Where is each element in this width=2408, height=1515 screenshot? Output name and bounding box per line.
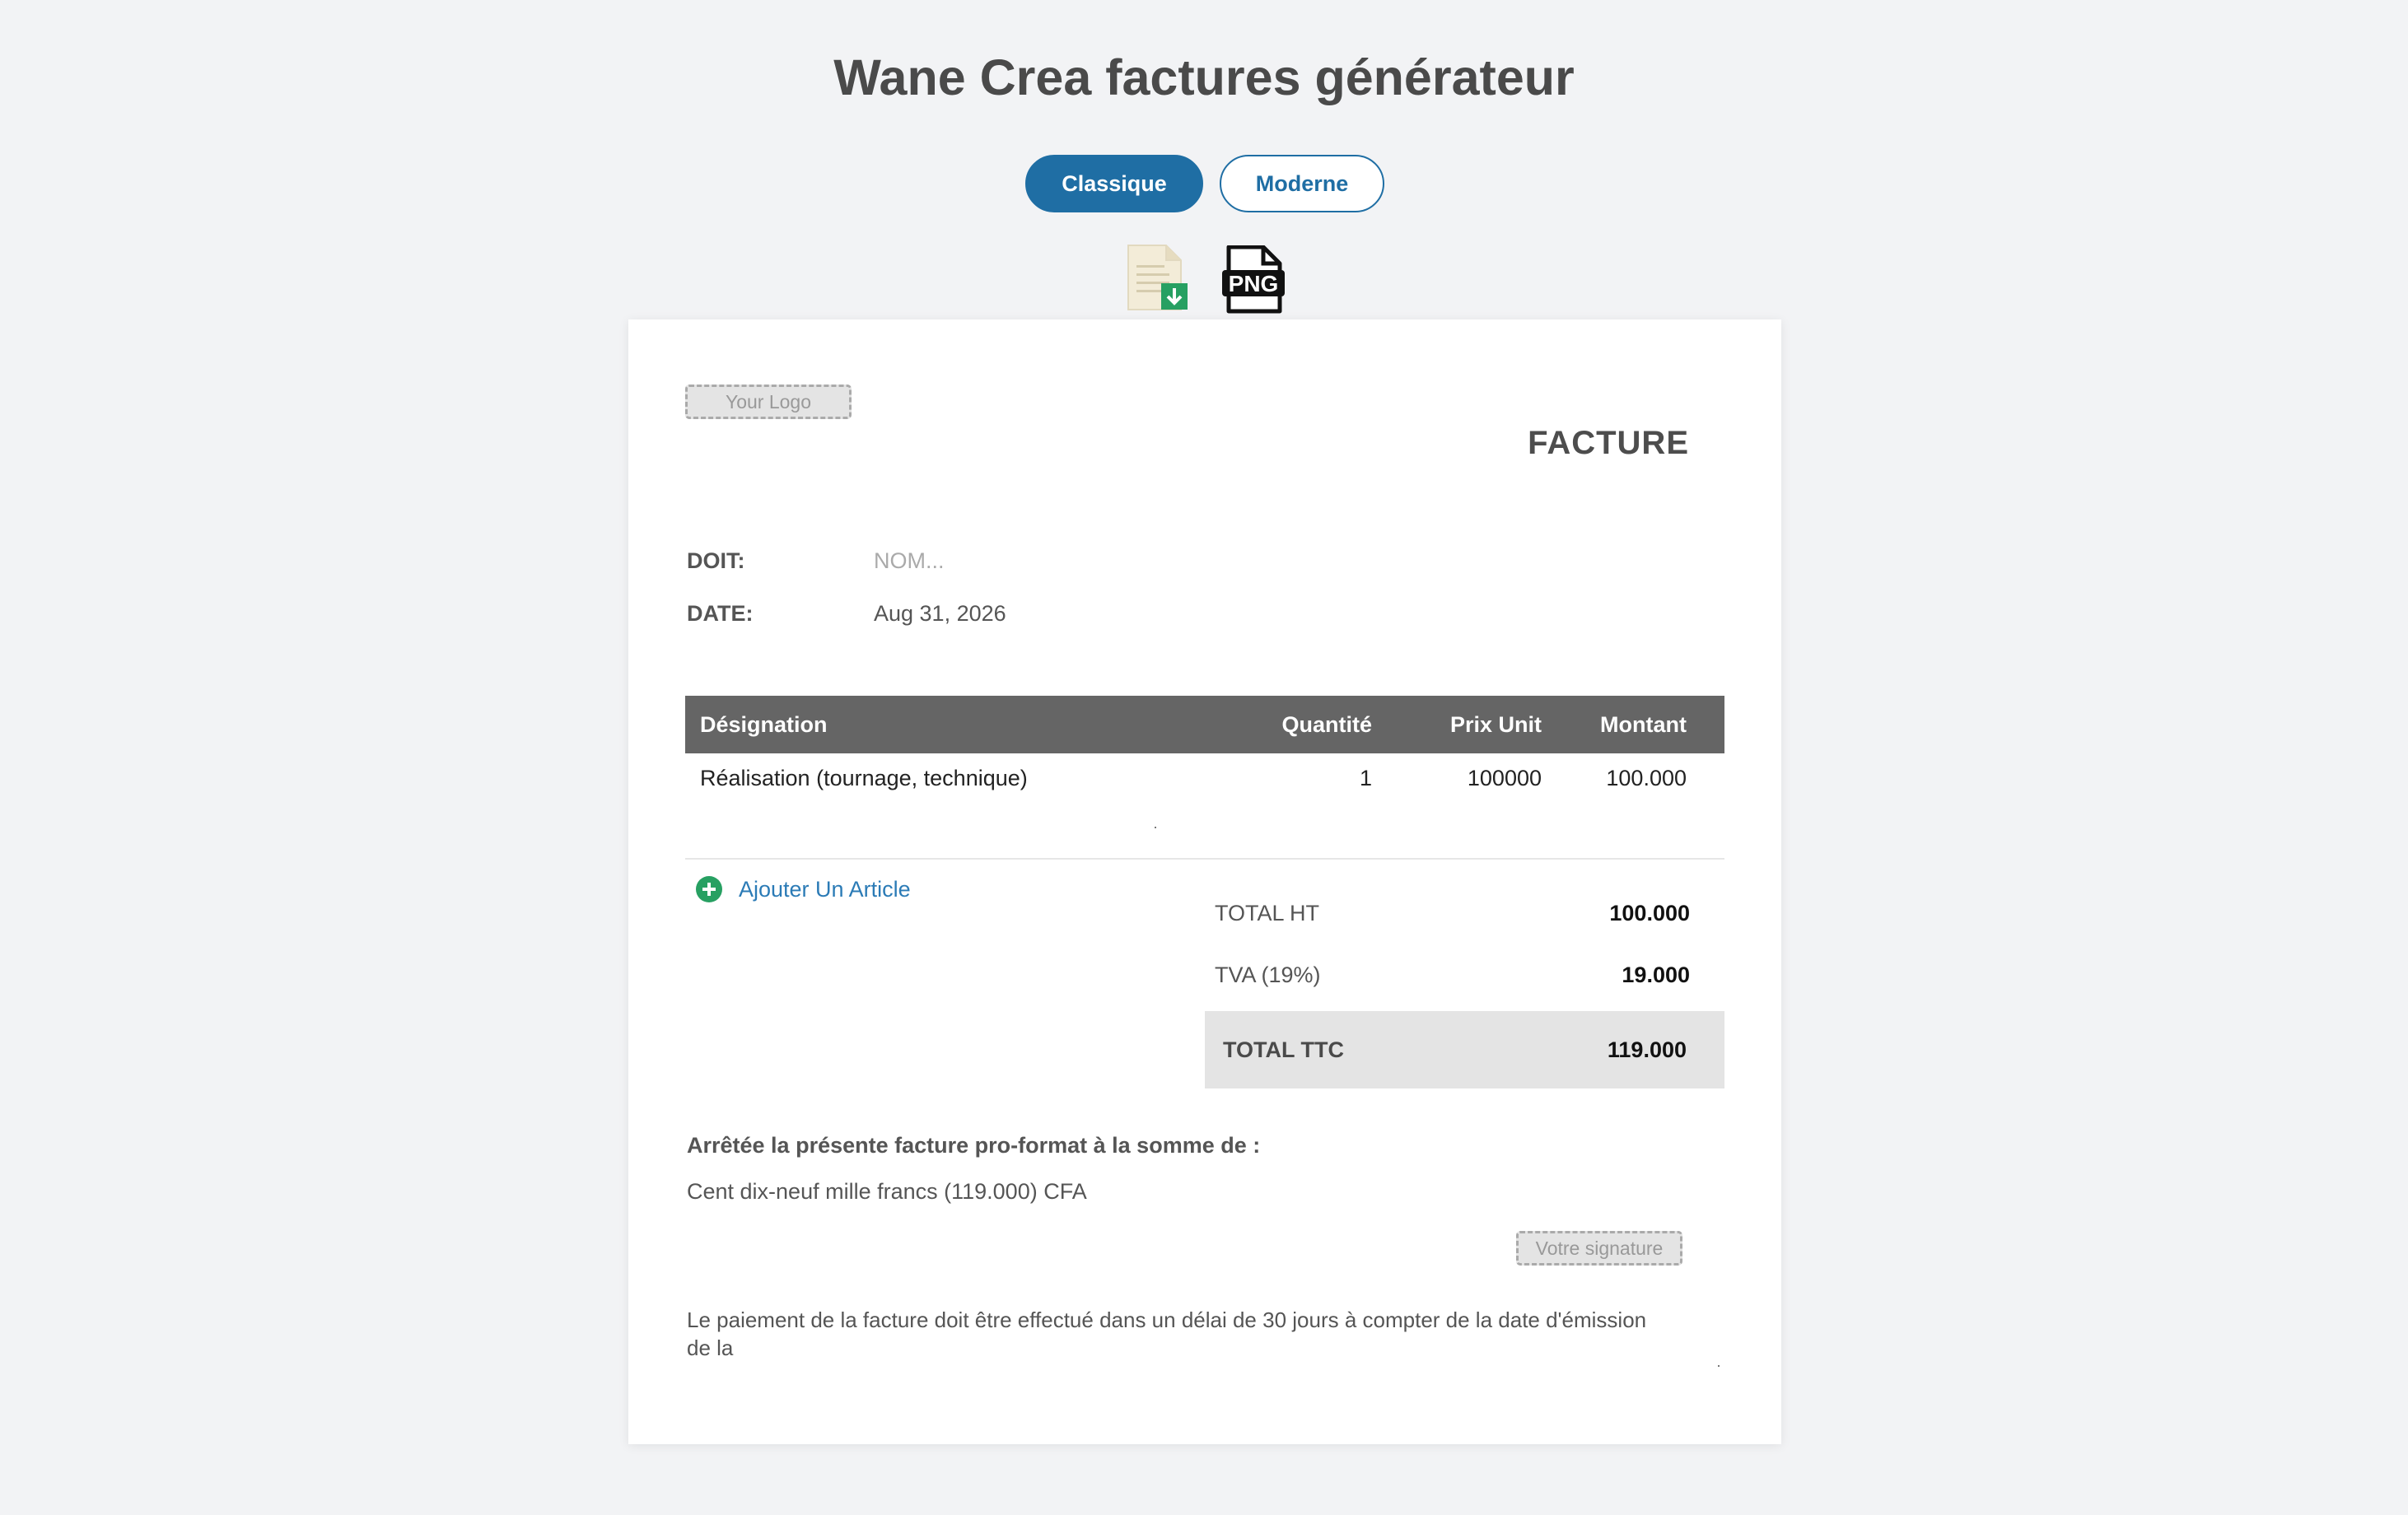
designation-cell[interactable]: Réalisation (tournage, technique) bbox=[685, 753, 1192, 859]
document-download-icon[interactable] bbox=[1123, 244, 1189, 311]
total-ttc-value: 119.000 bbox=[1607, 1037, 1687, 1062]
quantity-header: Quantité bbox=[1281, 711, 1372, 737]
client-name-field[interactable]: NOM... bbox=[874, 548, 945, 574]
payment-terms[interactable]: Le paiement de la facture doit être effe… bbox=[687, 1306, 1667, 1362]
png-label: PNG bbox=[1229, 271, 1279, 296]
total-ht-label: TOTAL HT bbox=[1215, 901, 1320, 925]
amount-in-words[interactable]: Cent dix-neuf mille francs (119.000) CFA bbox=[687, 1179, 1087, 1205]
add-item-button[interactable]: Ajouter Un Article bbox=[696, 876, 911, 902]
amount-header: Montant bbox=[1600, 711, 1687, 737]
unit-price-cell[interactable]: 100000 bbox=[1387, 753, 1556, 859]
logo-upload-placeholder[interactable]: Your Logo bbox=[685, 385, 852, 419]
amount-cell: 100.000 bbox=[1606, 766, 1687, 790]
designation-header: Désignation bbox=[700, 711, 828, 737]
invoice-title: FACTURE bbox=[1528, 425, 1689, 461]
invoice-sheet: Your Logo FACTURE DOIT: NOM... DATE: Aug… bbox=[628, 319, 1781, 1444]
png-file-icon[interactable]: PNG bbox=[1222, 245, 1285, 315]
template-switch: Classique Moderne bbox=[1025, 155, 1384, 212]
table-header-row: Désignation Quantité Prix Unit Montant bbox=[685, 696, 1724, 753]
amount-heading: Arrêtée la présente facture pro-format à… bbox=[687, 1133, 1261, 1158]
row-delete-handle[interactable] bbox=[1155, 827, 1156, 828]
date-field[interactable]: Aug 31, 2026 bbox=[874, 601, 1006, 627]
plus-circle-icon bbox=[696, 876, 722, 902]
tva-label: TVA (19%) bbox=[1215, 963, 1321, 987]
signature-upload-placeholder[interactable]: Votre signature bbox=[1516, 1231, 1682, 1266]
date-label: DATE: bbox=[687, 601, 754, 626]
doit-label: DOIT: bbox=[687, 548, 745, 573]
total-ttc-label: TOTAL TTC bbox=[1223, 1037, 1344, 1062]
quantity-cell[interactable]: 1 bbox=[1192, 753, 1387, 859]
export-toolbar: PNG bbox=[1120, 244, 1285, 318]
total-ht-value: 100.000 bbox=[1609, 901, 1690, 925]
resize-handle[interactable] bbox=[1718, 1365, 1720, 1367]
tva-row: TVA (19%) 19.000 bbox=[1205, 949, 1724, 1011]
tva-value: 19.000 bbox=[1622, 963, 1690, 987]
total-ttc-row: TOTAL TTC 119.000 bbox=[1205, 1011, 1724, 1088]
classic-template-button[interactable]: Classique bbox=[1025, 155, 1203, 212]
items-table: Désignation Quantité Prix Unit Montant R… bbox=[685, 696, 1724, 860]
app-title: Wane Crea factures générateur bbox=[833, 49, 1575, 105]
totals-block: TOTAL HT 100.000 TVA (19%) 19.000 TOTAL … bbox=[1205, 888, 1724, 1088]
total-ht-row: TOTAL HT 100.000 bbox=[1205, 888, 1724, 949]
unit-price-header: Prix Unit bbox=[1449, 711, 1542, 737]
add-item-label: Ajouter Un Article bbox=[739, 876, 911, 902]
modern-template-button[interactable]: Moderne bbox=[1220, 155, 1384, 212]
table-row: Réalisation (tournage, technique) 1 1000… bbox=[685, 753, 1724, 859]
